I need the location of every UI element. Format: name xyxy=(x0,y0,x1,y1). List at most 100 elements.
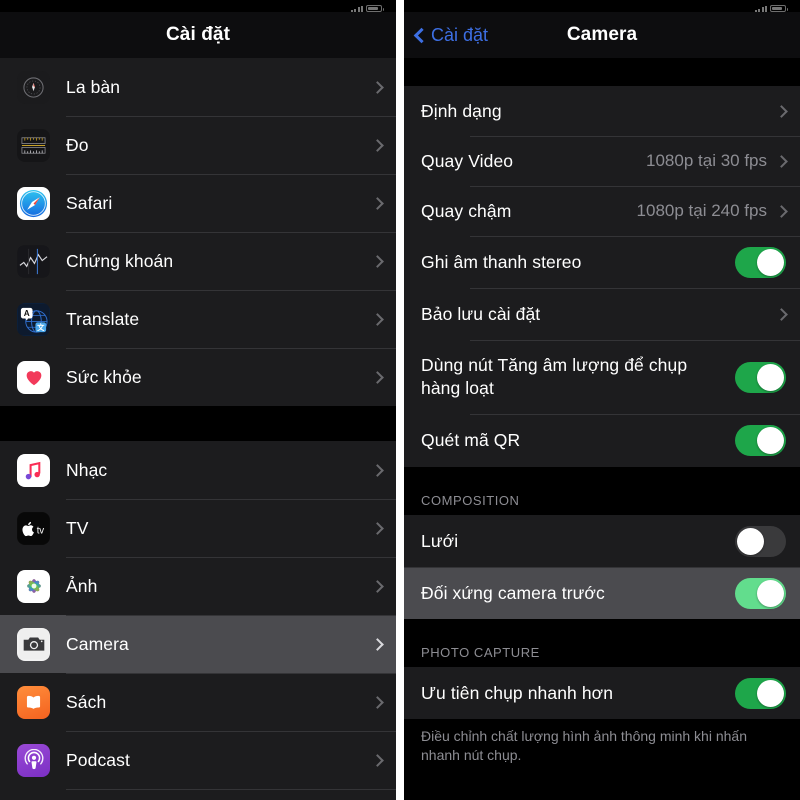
sidebar-item-label: Sức khỏe xyxy=(66,366,142,387)
sidebar-item-anh[interactable]: Ảnh xyxy=(0,557,396,615)
chevron-right-icon xyxy=(371,521,384,535)
chevron-right-icon xyxy=(371,80,384,94)
section-footer-photo-capture: Điều chỉnh chất lượng hình ảnh thông min… xyxy=(404,719,800,765)
chevron-right-icon xyxy=(775,154,788,168)
row-label: Quét mã QR xyxy=(421,430,521,451)
sidebar-item-itunes-u[interactable]: iTunes U xyxy=(0,789,396,800)
books-icon xyxy=(17,685,50,719)
back-button-label: Cài đặt xyxy=(431,24,489,45)
photos-icon xyxy=(17,569,50,603)
sidebar-item-label: Nhạc xyxy=(66,459,108,480)
sidebar-item-nhac[interactable]: Nhạc xyxy=(0,441,396,499)
back-button[interactable]: Cài đặt xyxy=(413,24,489,46)
chevron-right-icon xyxy=(371,138,384,152)
row-value: 1080p tại 30 fps xyxy=(646,151,767,170)
toggle-stereo-recording[interactable] xyxy=(735,246,786,278)
tv-icon: tv xyxy=(17,511,50,545)
sidebar-item-podcast[interactable]: Podcast xyxy=(0,731,396,789)
sidebar-item-label: Camera xyxy=(66,633,129,654)
chevron-right-icon xyxy=(371,196,384,210)
right-nav-bar: Cài đặt Camera xyxy=(404,12,800,58)
row-label: Quay chậm xyxy=(421,200,512,221)
sidebar-item-sach[interactable]: Sách xyxy=(0,673,396,731)
toggle-mirror-front-camera[interactable] xyxy=(735,577,786,609)
sidebar-item-label: Ảnh xyxy=(66,575,98,596)
section-header-photo-capture: PHOTO CAPTURE xyxy=(404,619,800,667)
row-label: Dùng nút Tăng âm lượng để chụp hàng loạt xyxy=(421,355,688,398)
settings-list[interactable]: La bàn Đo Safari Chứng khoán A 文 Transla… xyxy=(0,58,396,800)
translate-icon: A 文 xyxy=(17,302,50,336)
row-label: Lưới xyxy=(421,530,459,551)
row-luoi[interactable]: Lưới xyxy=(404,515,800,567)
chevron-right-icon xyxy=(371,463,384,477)
status-indicators-left xyxy=(350,5,384,12)
toggle-volume-button-burst[interactable] xyxy=(735,361,786,393)
sidebar-item-suc-khoe[interactable]: Sức khỏe xyxy=(0,348,396,406)
row-label: Ưu tiên chụp nhanh hơn xyxy=(421,682,614,703)
sidebar-item-label: Safari xyxy=(66,192,113,213)
sidebar-item-label: La bàn xyxy=(66,76,121,97)
sidebar-item-label: Sách xyxy=(66,691,107,712)
row-label: Định dạng xyxy=(421,100,502,121)
toggle-prioritize-faster-shooting[interactable] xyxy=(735,677,786,709)
toggle-scan-qr-code[interactable] xyxy=(735,425,786,456)
music-icon xyxy=(17,453,50,487)
chevron-right-icon xyxy=(371,312,384,326)
panel-divider xyxy=(396,0,404,800)
settings-group-1: La bàn Đo Safari Chứng khoán A 文 Transla… xyxy=(0,58,396,406)
battery-icon xyxy=(770,5,788,12)
chevron-right-icon xyxy=(775,104,788,118)
chevron-right-icon xyxy=(371,370,384,384)
status-bar-left xyxy=(0,0,396,12)
sidebar-item-translate[interactable]: A 文 Translate xyxy=(0,290,396,348)
sidebar-item-do[interactable]: Đo xyxy=(0,116,396,174)
chevron-right-icon xyxy=(371,254,384,268)
safari-icon xyxy=(17,186,50,220)
sidebar-item-camera[interactable]: Camera xyxy=(0,615,396,673)
svg-text:文: 文 xyxy=(36,323,45,332)
sidebar-item-tv[interactable]: tv TV xyxy=(0,499,396,557)
chevron-right-icon xyxy=(775,307,788,321)
row-label: Quay Video xyxy=(421,150,514,171)
sidebar-item-la-ban[interactable]: La bàn xyxy=(0,58,396,116)
camera-settings-list[interactable]: Định dạng Quay Video 1080p tại 30 fps Qu… xyxy=(404,58,800,800)
sidebar-item-safari[interactable]: Safari xyxy=(0,174,396,232)
svg-text:tv: tv xyxy=(37,525,44,536)
row-dinh-dang[interactable]: Định dạng xyxy=(404,86,800,136)
camera-section-composition: Lưới Đối xứng camera trước xyxy=(404,515,800,619)
sidebar-item-label: Translate xyxy=(66,308,140,329)
row-uu-tien-chup-nhanh-hon[interactable]: Ưu tiên chụp nhanh hơn xyxy=(404,667,800,719)
top-spacer xyxy=(404,58,800,86)
row-quet-ma-qr[interactable]: Quét mã QR xyxy=(404,414,800,467)
chevron-left-icon xyxy=(413,27,430,44)
left-phone-screen: Cài đặt La bàn Đo Safari Chứng khoán A 文… xyxy=(0,0,396,800)
sidebar-item-label: Đo xyxy=(66,134,89,155)
left-nav-bar: Cài đặt xyxy=(0,12,396,58)
sidebar-item-label: Podcast xyxy=(66,749,130,770)
right-phone-screen: Cài đặt Camera Định dạng Quay Video 1080… xyxy=(404,0,800,800)
battery-icon xyxy=(366,5,384,12)
toggle-grid[interactable] xyxy=(735,525,786,557)
row-value: 1080p tại 240 fps xyxy=(636,201,767,220)
row-label: Ghi âm thanh stereo xyxy=(421,251,582,272)
health-icon xyxy=(17,360,50,394)
group-spacer xyxy=(0,406,396,441)
podcast-icon xyxy=(17,743,50,777)
row-ghi-am-thanh-stereo[interactable]: Ghi âm thanh stereo xyxy=(404,236,800,288)
row-volume-button-burst[interactable]: Dùng nút Tăng âm lượng để chụp hàng loạt xyxy=(404,340,800,414)
row-doi-xung-camera-truoc[interactable]: Đối xứng camera trước xyxy=(404,567,800,619)
row-bao-luu-cai-dat[interactable]: Bảo lưu cài đặt xyxy=(404,288,800,340)
stocks-icon xyxy=(17,244,50,278)
row-label: Đối xứng camera trước xyxy=(421,582,605,603)
camera-icon xyxy=(17,627,50,661)
row-quay-video[interactable]: Quay Video 1080p tại 30 fps xyxy=(404,136,800,186)
chevron-right-icon xyxy=(371,637,384,651)
sidebar-item-label: TV xyxy=(66,517,89,538)
sidebar-item-chung-khoan[interactable]: Chứng khoán xyxy=(0,232,396,290)
settings-group-2: Nhạc tv TV Ảnh Camera Sách Podcast xyxy=(0,441,396,800)
status-indicators-right xyxy=(754,5,788,12)
row-quay-cham[interactable]: Quay chậm 1080p tại 240 fps xyxy=(404,186,800,236)
section-header-composition: COMPOSITION xyxy=(404,467,800,515)
camera-section-photo-capture: Ưu tiên chụp nhanh hơn xyxy=(404,667,800,719)
status-bar-right xyxy=(404,0,800,12)
